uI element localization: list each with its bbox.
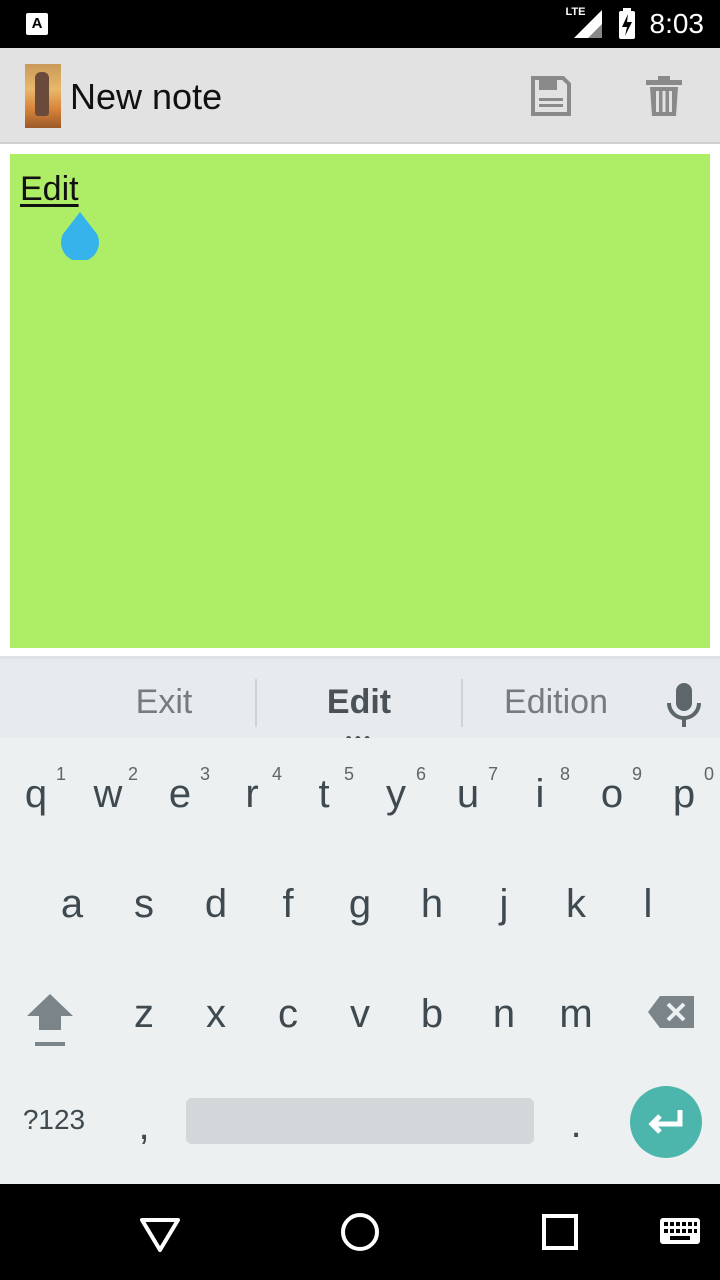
battery-charging-icon [618, 8, 636, 40]
key-hint: 0 [703, 764, 714, 784]
delete-button[interactable] [640, 72, 688, 120]
navigation-bar [0, 1184, 720, 1280]
key-m[interactable]: m [540, 992, 612, 1037]
save-button[interactable] [527, 72, 575, 120]
key-b[interactable]: b [396, 992, 468, 1037]
key-label: p [672, 772, 696, 816]
notification-icon: A [26, 13, 48, 35]
suggestion-item[interactable]: Edition [462, 659, 650, 741]
recents-icon[interactable] [536, 1208, 584, 1256]
note-text[interactable]: Edit [20, 170, 79, 209]
key-k[interactable]: k [540, 882, 612, 927]
key-label: o [600, 772, 624, 816]
key-label: e [168, 772, 192, 816]
status-icons: LTE 8:03 [566, 0, 705, 48]
save-icon [531, 76, 571, 116]
key-a[interactable]: a [36, 882, 108, 927]
shift-key[interactable] [14, 990, 86, 1054]
key-hint: 4 [271, 764, 282, 784]
key-p[interactable]: p0 [648, 764, 720, 817]
key-e[interactable]: e3 [144, 764, 216, 817]
key-y[interactable]: y6 [360, 764, 432, 817]
suggestion-strip: Exit Edit ●●● Edition [0, 656, 720, 745]
back-icon[interactable] [136, 1208, 184, 1256]
backspace-icon [648, 996, 694, 1028]
key-label: u [456, 772, 480, 816]
text-cursor-handle[interactable] [59, 212, 101, 260]
key-label: q [24, 772, 48, 816]
suggestion-item-primary[interactable]: Edit [256, 659, 462, 741]
enter-icon [648, 1110, 683, 1134]
key-t[interactable]: t5 [288, 764, 360, 817]
key-o[interactable]: o9 [576, 764, 648, 817]
suggestion-item[interactable]: Exit [60, 659, 268, 741]
keyboard-switch-icon[interactable] [656, 1208, 704, 1256]
key-u[interactable]: u7 [432, 764, 504, 817]
key-v[interactable]: v [324, 992, 396, 1037]
note-editor[interactable]: Edit [10, 154, 710, 648]
space-key[interactable] [186, 1098, 534, 1144]
key-label: i [535, 772, 545, 816]
key-label: t [318, 772, 330, 816]
status-time: 8:03 [649, 8, 705, 39]
delete-icon [646, 76, 682, 116]
key-n[interactable]: n [468, 992, 540, 1037]
key-hint: 5 [343, 764, 354, 784]
status-bar: A LTE 8:03 [0, 0, 720, 48]
key-label: y [386, 772, 406, 816]
key-i[interactable]: i8 [504, 764, 576, 817]
key-hint: 6 [415, 764, 426, 784]
key-l[interactable]: l [612, 882, 684, 927]
backspace-key[interactable] [636, 992, 708, 1042]
key-hint: 7 [487, 764, 498, 784]
note-container: Edit [0, 144, 720, 656]
key-c[interactable]: c [252, 992, 324, 1037]
app-logo [25, 64, 61, 128]
home-icon[interactable] [336, 1208, 384, 1256]
period-key[interactable]: . [540, 1102, 612, 1147]
key-w[interactable]: w2 [72, 764, 144, 817]
key-label: w [93, 772, 123, 816]
keyboard: q1 w2 e3 r4 t5 y6 u7 i8 o9 p0 a s d f g … [0, 738, 720, 1184]
page-title: New note [70, 76, 223, 117]
key-hint: 1 [55, 764, 66, 784]
key-d[interactable]: d [180, 882, 252, 927]
key-j[interactable]: j [468, 882, 540, 927]
key-s[interactable]: s [108, 882, 180, 927]
key-hint: 2 [127, 764, 138, 784]
key-label: r [245, 772, 259, 816]
comma-key[interactable]: , [108, 1104, 180, 1149]
app-bar: New note [0, 48, 720, 144]
key-q[interactable]: q1 [0, 764, 72, 817]
key-hint: 9 [631, 764, 642, 784]
key-x[interactable]: x [180, 992, 252, 1037]
key-z[interactable]: z [108, 992, 180, 1037]
key-g[interactable]: g [324, 882, 396, 927]
symbols-key[interactable]: ?123 [18, 1104, 90, 1136]
key-h[interactable]: h [396, 882, 468, 927]
enter-key[interactable] [630, 1086, 702, 1158]
key-r[interactable]: r4 [216, 764, 288, 817]
key-hint: 3 [199, 764, 210, 784]
key-hint: 8 [559, 764, 570, 784]
shift-icon [27, 994, 73, 1046]
key-f[interactable]: f [252, 882, 324, 927]
signal-icon: LTE [566, 6, 604, 40]
microphone-icon[interactable] [664, 681, 704, 729]
